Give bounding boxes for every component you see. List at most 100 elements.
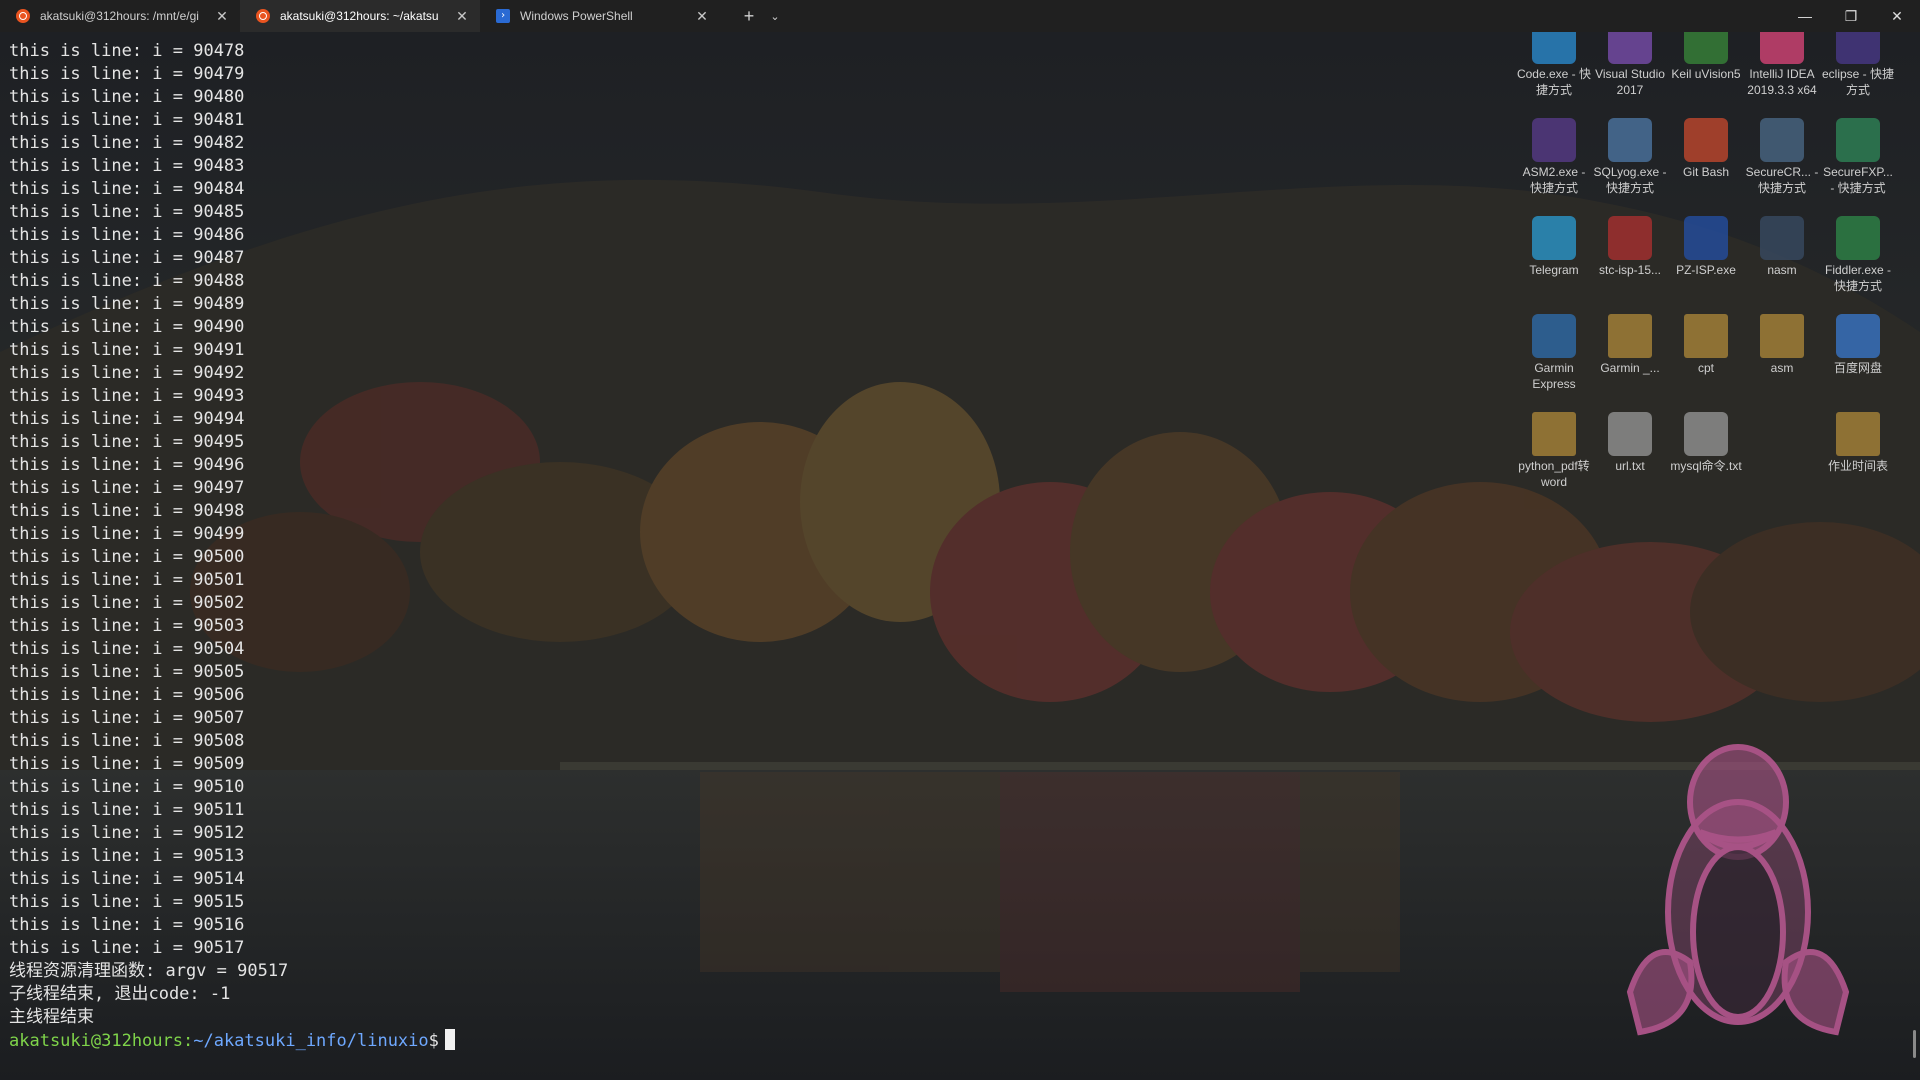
desktop-icon-label: Telegram [1529,263,1579,277]
desktop-icon-label: SecureCR... - 快捷方式 [1745,165,1819,195]
terminal-line: this is line: i = 90513 [9,846,245,866]
desktop-icon-label: Code.exe - 快捷方式 [1516,67,1592,97]
desktop-icon[interactable]: mysql命令.txt [1668,412,1744,474]
desktop-icon-grid: Code.exe - 快捷方式 Visual Studio 2017 Keil uV… [1516,20,1920,500]
baidu-netdisk-icon [1836,314,1880,358]
terminal-line: this is line: i = 90481 [9,110,245,130]
desktop-icon-label: cpt [1697,361,1714,375]
desktop-icon[interactable]: ASM2.exe - 快捷方式 [1516,118,1592,196]
desktop-icon[interactable]: Garmin _... [1592,314,1668,376]
folder-icon [1836,412,1880,456]
desktop-icon[interactable]: cpt [1668,314,1744,376]
terminal-line: this is line: i = 90478 [9,41,245,61]
desktop-icon-label: PZ-ISP.exe [1676,263,1736,277]
desktop-icon[interactable]: Telegram [1516,216,1592,278]
desktop-icon-label: 作业时间表 [1827,459,1888,473]
tab-label: Windows PowerShell [520,9,633,23]
nasm-icon [1760,216,1804,260]
asm2-icon [1532,118,1576,162]
terminal-line: 子线程结束, 退出code: -1 [9,984,231,1004]
terminal-line: this is line: i = 90492 [9,363,245,383]
terminal-output[interactable]: this is line: i = 90478 this is line: i =… [9,40,909,1052]
text-file-icon [1684,412,1728,456]
desktop-icon[interactable]: stc-isp-15... [1592,216,1668,278]
window-controls: — ❐ ✕ [1782,0,1920,32]
folder-icon [1532,412,1576,456]
desktop-icon-label: Garmin _... [1600,361,1660,375]
terminal-line: this is line: i = 90506 [9,685,245,705]
desktop-icon[interactable]: asm [1744,314,1820,376]
terminal-line: this is line: i = 90488 [9,271,245,291]
terminal-line: this is line: i = 90498 [9,501,245,521]
scrollbar[interactable] [1913,1030,1916,1058]
terminal-line: this is line: i = 90507 [9,708,245,728]
close-icon[interactable]: ✕ [214,8,230,25]
terminal-line: this is line: i = 90499 [9,524,245,544]
securefx-icon [1836,118,1880,162]
desktop-icon-label: nasm [1767,263,1797,277]
terminal-line: this is line: i = 90500 [9,547,245,567]
terminal-line: this is line: i = 90512 [9,823,245,843]
terminal-line: 主线程结束 [9,1007,94,1027]
minimize-button[interactable]: — [1782,0,1828,32]
stc-isp-icon [1608,216,1652,260]
garmin-icon [1532,314,1576,358]
desktop-icon[interactable]: Git Bash [1668,118,1744,180]
terminal-line: this is line: i = 90503 [9,616,245,636]
terminal-line: this is line: i = 90479 [9,64,245,84]
terminal-line: this is line: i = 90495 [9,432,245,452]
desktop-icon[interactable]: Fiddler.exe - 快捷方式 [1820,216,1896,294]
desktop-icon-label: Garmin Express [1532,361,1576,391]
desktop-icon[interactable]: 作业时间表 [1820,412,1896,474]
desktop-icon[interactable]: PZ-ISP.exe [1668,216,1744,278]
terminal-prompt[interactable]: akatsuki@312hours:~/akatsuki_info/linuxi… [9,1029,909,1052]
terminal-line: this is line: i = 90496 [9,455,245,475]
tab-dropdown-button[interactable]: ⌄ [764,10,786,23]
folder-icon [1684,314,1728,358]
desktop-icon[interactable]: url.txt [1592,412,1668,474]
desktop-icon-label: stc-isp-15... [1598,263,1661,277]
terminal-line: this is line: i = 90486 [9,225,245,245]
tab-akatsuki[interactable]: akatsuki@312hours: ~/akatsu ✕ [240,0,480,32]
terminal-line: this is line: i = 90501 [9,570,245,590]
desktop-icon-label: Git Bash [1682,165,1730,179]
desktop-icon[interactable]: SecureCR... - 快捷方式 [1744,118,1820,196]
securecrt-icon [1760,118,1804,162]
terminal-line: this is line: i = 90505 [9,662,245,682]
terminal-line: this is line: i = 90509 [9,754,245,774]
desktop-icon[interactable]: Garmin Express [1516,314,1592,392]
new-tab-button[interactable]: + [734,6,764,27]
terminal-titlebar: akatsuki@312hours: /mnt/e/gi ✕ akatsuki@… [0,0,1920,32]
terminal-line: this is line: i = 90487 [9,248,245,268]
terminal-line: this is line: i = 90494 [9,409,245,429]
close-window-button[interactable]: ✕ [1874,0,1920,32]
desktop-icon-label: SecureFXP... - 快捷方式 [1823,165,1893,195]
tab-mnt[interactable]: akatsuki@312hours: /mnt/e/gi ✕ [0,0,240,32]
desktop-icon[interactable]: python_pdf转word [1516,412,1592,490]
folder-icon [1608,314,1652,358]
terminal-line: this is line: i = 90480 [9,87,245,107]
desktop-icon[interactable]: 百度网盘 [1820,314,1896,376]
prompt-symbol: $ [428,1031,439,1051]
desktop-icon-label: mysql命令.txt [1670,459,1742,473]
desktop-icon[interactable]: SQLyog.exe - 快捷方式 [1592,118,1668,196]
close-icon[interactable]: ✕ [694,8,710,25]
terminal-line: this is line: i = 90508 [9,731,245,751]
desktop-icon-label: ASM2.exe - 快捷方式 [1522,165,1586,195]
close-icon[interactable]: ✕ [454,8,470,25]
git-bash-icon [1684,118,1728,162]
terminal-line: this is line: i = 90504 [9,639,245,659]
terminal-line: this is line: i = 90517 [9,938,245,958]
tab-powershell[interactable]: › Windows PowerShell ✕ [480,0,720,32]
telegram-icon [1532,216,1576,260]
restore-button[interactable]: ❐ [1828,0,1874,32]
terminal-line: this is line: i = 90491 [9,340,245,360]
powershell-icon: › [496,9,510,23]
terminal-line: this is line: i = 90510 [9,777,245,797]
desktop-icon[interactable]: nasm [1744,216,1820,278]
terminal-line: this is line: i = 90514 [9,869,245,889]
ubuntu-icon [16,9,30,23]
text-file-icon [1608,412,1652,456]
terminal-line: this is line: i = 90485 [9,202,245,222]
desktop-icon[interactable]: SecureFXP... - 快捷方式 [1820,118,1896,196]
